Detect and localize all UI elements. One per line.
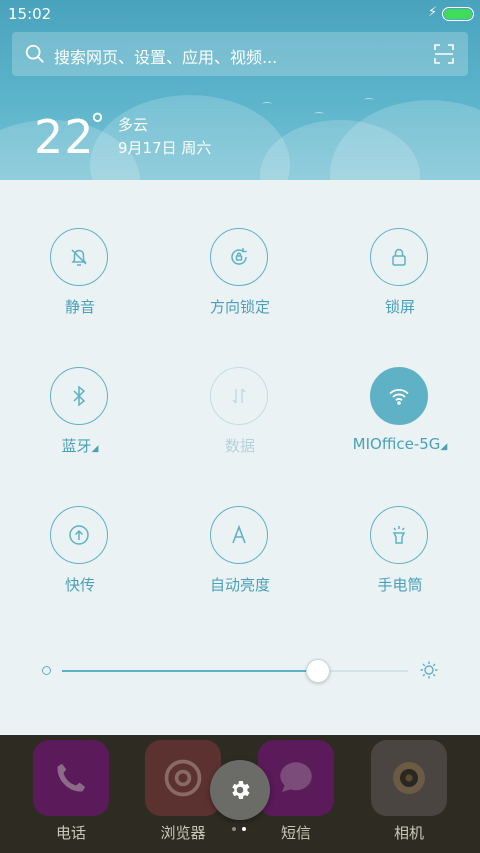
lock-icon: [392, 248, 406, 266]
toggle-circle[interactable]: [370, 228, 428, 286]
toggle-silent[interactable]: 静音: [0, 228, 160, 338]
weather-condition: 多云: [118, 116, 149, 134]
toggle-auto-brightness[interactable]: 自动亮度: [160, 506, 320, 616]
expand-indicator: ◢: [91, 444, 99, 454]
expand-indicator: ◢: [440, 442, 448, 452]
toggle-label: 手电筒: [377, 576, 423, 594]
toggle-circle[interactable]: [50, 506, 108, 564]
app-label: 浏览器: [160, 824, 206, 842]
toggle-wifi[interactable]: MIOffice-5G◢: [320, 367, 480, 477]
browser-icon: [164, 759, 202, 797]
toggle-label: MIOffice-5G◢: [352, 435, 448, 453]
battery-icon: [442, 7, 474, 21]
brightness-slider-thumb[interactable]: [306, 659, 331, 683]
charging-icon: ⚡: [428, 5, 438, 20]
toggle-circle[interactable]: [50, 367, 108, 425]
toggle-label: 方向锁定: [209, 298, 270, 316]
mobile-data-icon: [232, 388, 246, 404]
toggle-mobile-data[interactable]: 数据: [160, 367, 320, 477]
toggle-flashlight[interactable]: 手电筒: [320, 506, 480, 616]
temperature: 22: [34, 110, 95, 164]
browser-app[interactable]: [145, 740, 221, 816]
app-label: 相机: [393, 824, 424, 842]
toggle-label: 自动亮度: [209, 576, 270, 594]
auto-brightness-icon: [232, 524, 246, 544]
bird-decoration: [314, 112, 324, 116]
toggle-circle[interactable]: [210, 506, 268, 564]
weather-header: 15:02 ⚡ 搜索网页、设置、应用、视频... 22 ° 多云 9月17日 周…: [0, 0, 480, 180]
search-bar[interactable]: 搜索网页、设置、应用、视频...: [12, 32, 468, 76]
toggle-circle[interactable]: [210, 228, 268, 286]
brightness-high-icon: [420, 661, 438, 679]
date: 9月17日 周六: [118, 139, 212, 157]
page-dot: [242, 827, 246, 831]
page-dot: [232, 827, 236, 831]
gear-icon: [232, 781, 250, 799]
toggle-label: 数据: [224, 437, 255, 455]
app-label: 电话: [55, 824, 86, 842]
bird-decoration: [262, 102, 272, 106]
status-bar: 15:02 ⚡: [0, 0, 480, 28]
messages-app[interactable]: [258, 740, 334, 816]
battery-level: [444, 9, 472, 19]
search-placeholder: 搜索网页、设置、应用、视频...: [54, 48, 278, 67]
settings-button[interactable]: [210, 760, 270, 820]
message-icon: [280, 762, 312, 792]
rotation-lock-icon: [231, 248, 247, 265]
camera-icon: [393, 762, 425, 794]
toggle-circle[interactable]: [370, 506, 428, 564]
app-label: 短信: [280, 824, 311, 842]
bell-off-icon: [71, 249, 87, 266]
phone-app[interactable]: [33, 740, 109, 816]
clock: 15:02: [8, 5, 52, 23]
brightness-low-icon: [42, 666, 51, 675]
toggle-label: 锁屏: [384, 298, 415, 316]
bird-decoration: [364, 98, 374, 102]
control-center-panel: 静音 方向锁定 锁屏 蓝牙◢ 数据 MIOffice-5G◢ 快传 自动亮度 手…: [0, 180, 480, 735]
degree-symbol: °: [90, 108, 105, 143]
toggle-bluetooth[interactable]: 蓝牙◢: [0, 367, 160, 477]
toggle-label: 静音: [64, 298, 95, 316]
page-indicator: [232, 827, 248, 833]
toggle-rotation-lock[interactable]: 方向锁定: [160, 228, 320, 338]
toggle-circle[interactable]: [50, 228, 108, 286]
toggle-quick-transfer[interactable]: 快传: [0, 506, 160, 616]
transfer-icon: [69, 525, 89, 545]
search-icon: [25, 44, 44, 63]
bluetooth-icon: [73, 385, 86, 407]
toggle-lock-screen[interactable]: 锁屏: [320, 228, 480, 338]
toggle-label: 蓝牙◢: [61, 437, 99, 455]
phone-icon: [57, 763, 86, 792]
toggle-circle[interactable]: [370, 367, 428, 425]
toggle-circle[interactable]: [210, 367, 268, 425]
scan-icon[interactable]: [434, 44, 454, 64]
brightness-slider[interactable]: [62, 659, 408, 683]
toggle-label: 快传: [64, 576, 95, 594]
camera-app[interactable]: [371, 740, 447, 816]
flashlight-icon: [392, 526, 406, 544]
cloud-decoration: [330, 100, 480, 180]
brightness-fill: [62, 670, 319, 672]
wifi-icon: [389, 389, 409, 405]
